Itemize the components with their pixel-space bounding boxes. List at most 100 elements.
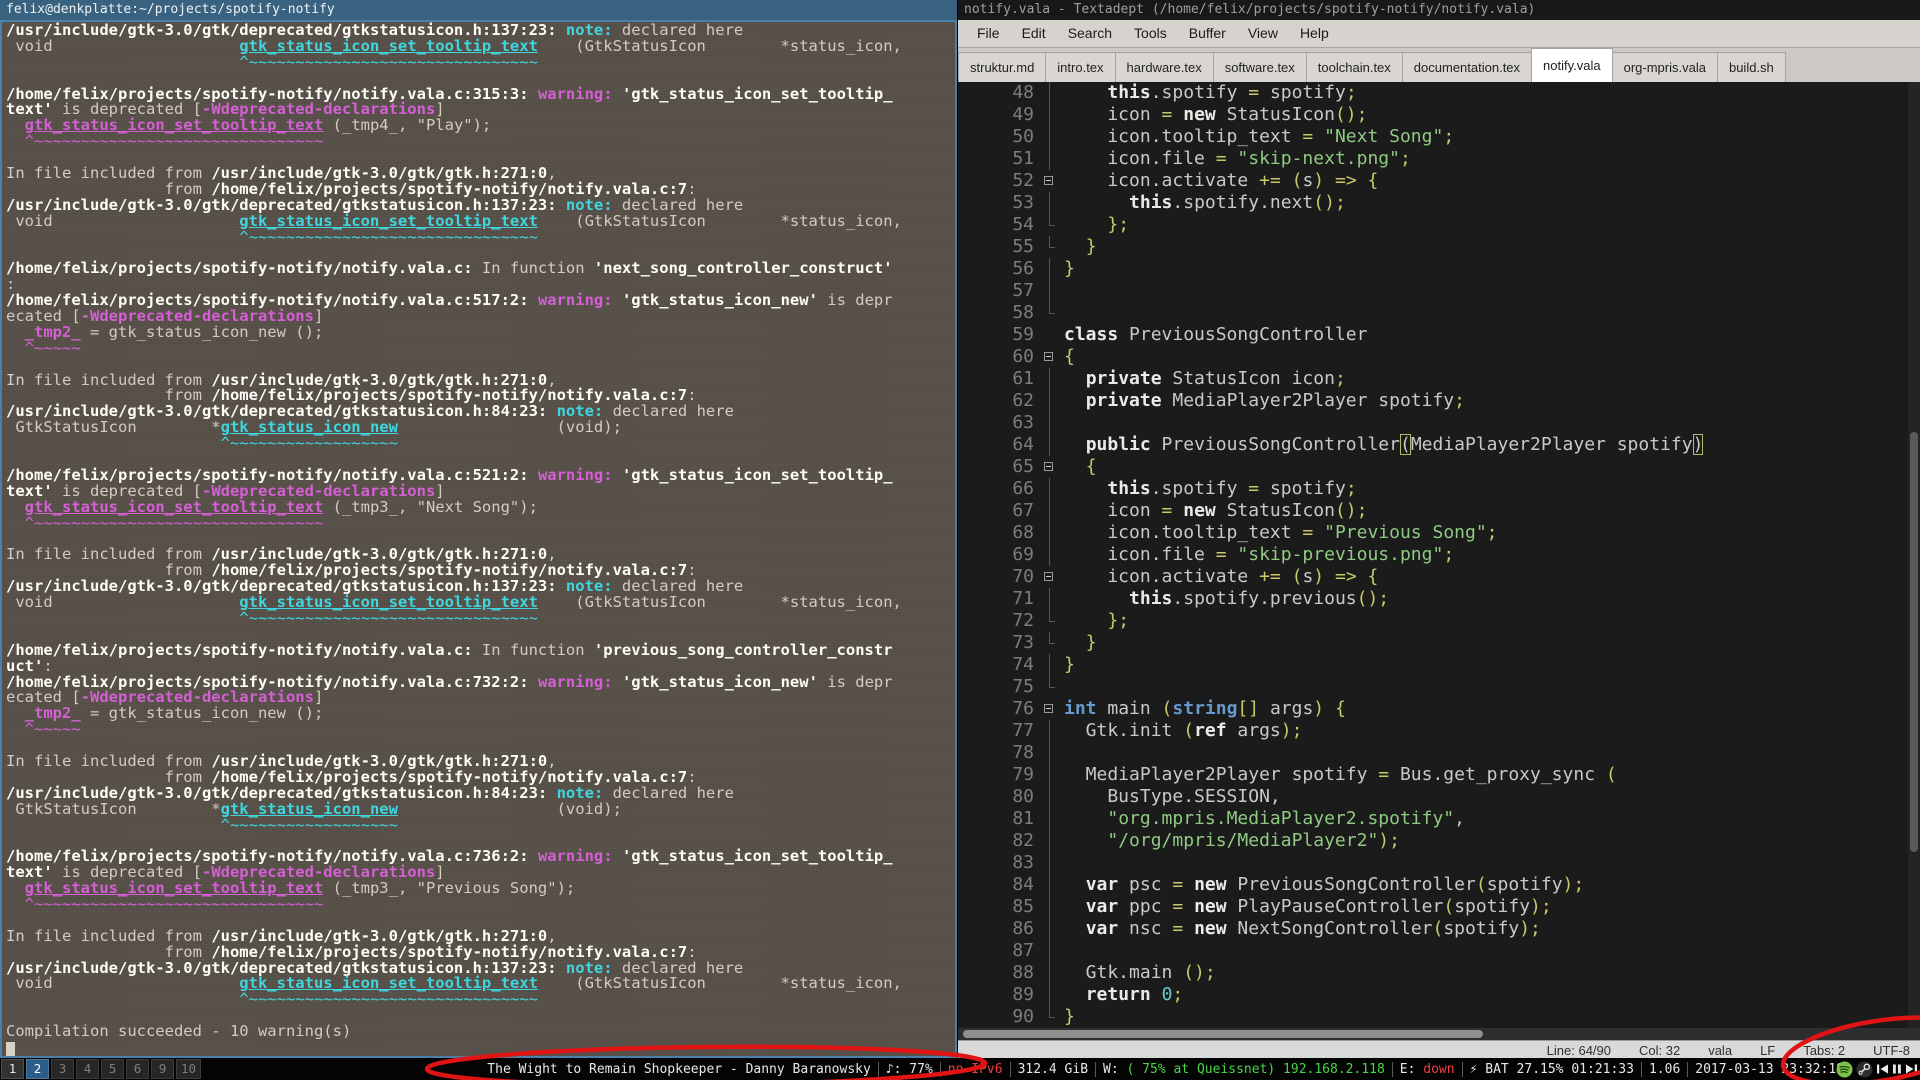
status-separator	[1095, 1061, 1097, 1077]
line-number[interactable]: 85	[958, 896, 1040, 918]
menu-edit[interactable]: Edit	[1011, 20, 1057, 47]
line-number[interactable]: 58	[958, 302, 1040, 324]
fold-marker-icon[interactable]	[1040, 346, 1060, 368]
line-number[interactable]: 81	[958, 808, 1040, 830]
line-number[interactable]: 57	[958, 280, 1040, 302]
line-number[interactable]: 76	[958, 698, 1040, 720]
vertical-scrollbar[interactable]	[1908, 82, 1920, 1028]
line-number[interactable]: 74	[958, 654, 1040, 676]
code-text: this.spotify.previous();	[1129, 588, 1390, 609]
workspace-button-6[interactable]: 6	[126, 1059, 149, 1079]
media-previous-icon[interactable]	[1876, 1063, 1889, 1075]
line-number[interactable]: 86	[958, 918, 1040, 940]
fold-marker-icon[interactable]	[1040, 698, 1060, 720]
line-number[interactable]: 55	[958, 236, 1040, 258]
line-number[interactable]: 61	[958, 368, 1040, 390]
tab-hardware.tex[interactable]: hardware.tex	[1114, 52, 1214, 82]
workspace-button-1[interactable]: 1	[1, 1059, 24, 1079]
line-number[interactable]: 67	[958, 500, 1040, 522]
line-number[interactable]: 84	[958, 874, 1040, 896]
line-number[interactable]: 62	[958, 390, 1040, 412]
menu-view[interactable]: View	[1237, 20, 1289, 47]
workspace-button-5[interactable]: 5	[101, 1059, 124, 1079]
line-number[interactable]: 63	[958, 412, 1040, 434]
tab-build.sh[interactable]: build.sh	[1716, 52, 1786, 82]
menu-search[interactable]: Search	[1057, 20, 1123, 47]
fold-marker-icon[interactable]	[1040, 566, 1060, 588]
line-number[interactable]: 72	[958, 610, 1040, 632]
line-number[interactable]: 69	[958, 544, 1040, 566]
line-number[interactable]: 48	[958, 82, 1040, 104]
line-number[interactable]: 54	[958, 214, 1040, 236]
line-number[interactable]: 65	[958, 456, 1040, 478]
line-number[interactable]: 82	[958, 830, 1040, 852]
tab-toolchain.tex[interactable]: toolchain.tex	[1305, 52, 1403, 82]
code-text: icon.activate += (s) => {	[1064, 566, 1379, 587]
status-segment: no IPv6	[947, 1061, 1003, 1077]
line-number[interactable]: 89	[958, 984, 1040, 1006]
line-number[interactable]: 56	[958, 258, 1040, 280]
code-line: 69 icon.file = "skip-previous.png";	[958, 544, 1920, 566]
line-number[interactable]: 53	[958, 192, 1040, 214]
code-text: Gtk.main ();	[1064, 962, 1216, 983]
status-eol: LF	[1760, 1042, 1776, 1058]
editor-titlebar[interactable]: notify.vala - Textadept (/home/felix/pro…	[958, 0, 1920, 20]
steam-icon[interactable]	[1856, 1061, 1873, 1078]
code-text: private StatusIcon icon;	[1085, 368, 1346, 389]
tab-struktur.md[interactable]: struktur.md	[958, 52, 1047, 82]
line-number[interactable]: 68	[958, 522, 1040, 544]
line-number[interactable]: 90	[958, 1006, 1040, 1028]
horizontal-scrollbar[interactable]	[958, 1028, 1920, 1040]
menu-buffer[interactable]: Buffer	[1178, 20, 1237, 47]
horizontal-scrollbar-thumb[interactable]	[963, 1030, 1483, 1038]
line-number[interactable]: 77	[958, 720, 1040, 742]
fold-marker-icon[interactable]	[1040, 456, 1060, 478]
line-number[interactable]: 75	[958, 676, 1040, 698]
line-number[interactable]: 70	[958, 566, 1040, 588]
menu-file[interactable]: File	[966, 20, 1011, 47]
status-segment: ♪: 77%	[885, 1061, 933, 1077]
tab-software.tex[interactable]: software.tex	[1212, 52, 1307, 82]
tab-org-mpris.vala[interactable]: org-mpris.vala	[1611, 52, 1718, 82]
workspace-button-9[interactable]: 9	[151, 1059, 174, 1079]
line-number[interactable]: 71	[958, 588, 1040, 610]
line-number[interactable]: 83	[958, 852, 1040, 874]
menu-tools[interactable]: Tools	[1123, 20, 1178, 47]
workspace-button-3[interactable]: 3	[51, 1059, 74, 1079]
code-area[interactable]: 48 this.spotify = spotify; 49 icon = new …	[958, 82, 1920, 1028]
terminal-line: ^~~~~~	[24, 338, 81, 357]
tab-notify.vala[interactable]: notify.vala	[1531, 48, 1613, 82]
media-next-icon[interactable]	[1905, 1063, 1918, 1075]
line-number[interactable]: 78	[958, 742, 1040, 764]
fold-marker-icon[interactable]	[1040, 170, 1060, 192]
vertical-scrollbar-thumb[interactable]	[1910, 432, 1918, 852]
line-number[interactable]: 88	[958, 962, 1040, 984]
terminal-line: _tmp2_ = gtk_status_icon_new ();	[24, 704, 324, 723]
terminal-output[interactable]: /usr/include/gtk-3.0/gtk/deprecated/gtks…	[0, 20, 957, 1058]
line-number[interactable]: 64	[958, 434, 1040, 456]
spotify-icon[interactable]	[1836, 1061, 1853, 1078]
code-line: 76 int main (string[] args) {	[958, 698, 1920, 720]
code-line: 63	[958, 412, 1920, 434]
line-number[interactable]: 50	[958, 126, 1040, 148]
line-number[interactable]: 66	[958, 478, 1040, 500]
menu-help[interactable]: Help	[1289, 20, 1340, 47]
workspace-button-2[interactable]: 2	[26, 1059, 49, 1079]
line-number[interactable]: 60	[958, 346, 1040, 368]
line-number[interactable]: 52	[958, 170, 1040, 192]
line-number[interactable]: 87	[958, 940, 1040, 962]
line-number[interactable]: 51	[958, 148, 1040, 170]
line-number[interactable]: 59	[958, 324, 1040, 346]
code-line: 77 Gtk.init (ref args);	[958, 720, 1920, 742]
line-number[interactable]: 73	[958, 632, 1040, 654]
tab-documentation.tex[interactable]: documentation.tex	[1401, 52, 1533, 82]
line-number[interactable]: 49	[958, 104, 1040, 126]
workspace-button-4[interactable]: 4	[76, 1059, 99, 1079]
terminal-titlebar[interactable]: felix@denkplatte:~/projects/spotify-noti…	[0, 0, 957, 20]
tab-intro.tex[interactable]: intro.tex	[1045, 52, 1116, 82]
taskbar: 1 2 3 4 5 6 9 10 The Wight to Remain Shopkeeper…	[0, 1058, 1920, 1080]
workspace-button-10[interactable]: 10	[176, 1059, 202, 1079]
line-number[interactable]: 80	[958, 786, 1040, 808]
line-number[interactable]: 79	[958, 764, 1040, 786]
media-pause-icon[interactable]	[1892, 1063, 1902, 1075]
